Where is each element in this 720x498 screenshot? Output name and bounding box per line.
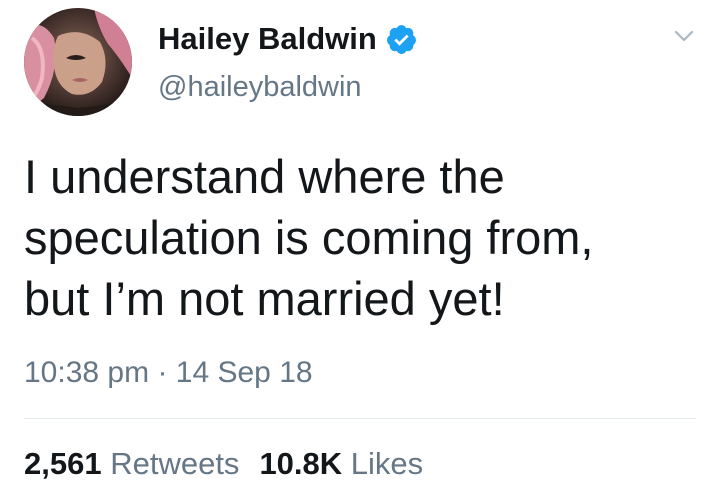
retweets-label: Retweets (110, 446, 240, 481)
retweets-count: 2,561 (24, 446, 102, 481)
tweet-date: 14 Sep 18 (175, 356, 313, 389)
timestamp-separator: · (157, 356, 168, 389)
likes-label: Likes (350, 446, 424, 481)
likes-count: 10.8K (259, 446, 343, 481)
tweet-card: Hailey Baldwin @haileybaldwin I understa… (0, 0, 720, 498)
verified-badge-icon (385, 23, 418, 56)
tweet-text-line: but I’m not married yet! (24, 272, 505, 325)
tweet-text: I understand where the speculation is co… (24, 146, 694, 329)
likes-stat[interactable]: 10.8K Likes (259, 446, 423, 481)
chevron-down-icon[interactable] (672, 24, 696, 48)
tweet-time: 10:38 pm (24, 356, 150, 389)
retweets-stat[interactable]: 2,561 Retweets (24, 446, 239, 481)
divider (24, 418, 696, 419)
tweet-text-line: I understand where the (24, 150, 505, 203)
author-display-name[interactable]: Hailey Baldwin (158, 19, 377, 59)
author-handle[interactable]: @haileybaldwin (158, 68, 362, 106)
tweet-text-line: speculation is coming from, (24, 211, 594, 264)
author-name-row: Hailey Baldwin (158, 19, 418, 59)
tweet-stats: 2,561 Retweets 10.8K Likes (24, 444, 423, 484)
avatar-photo (24, 8, 132, 116)
tweet-timestamp[interactable]: 10:38 pm · 14 Sep 18 (24, 353, 313, 393)
avatar[interactable] (24, 8, 132, 116)
